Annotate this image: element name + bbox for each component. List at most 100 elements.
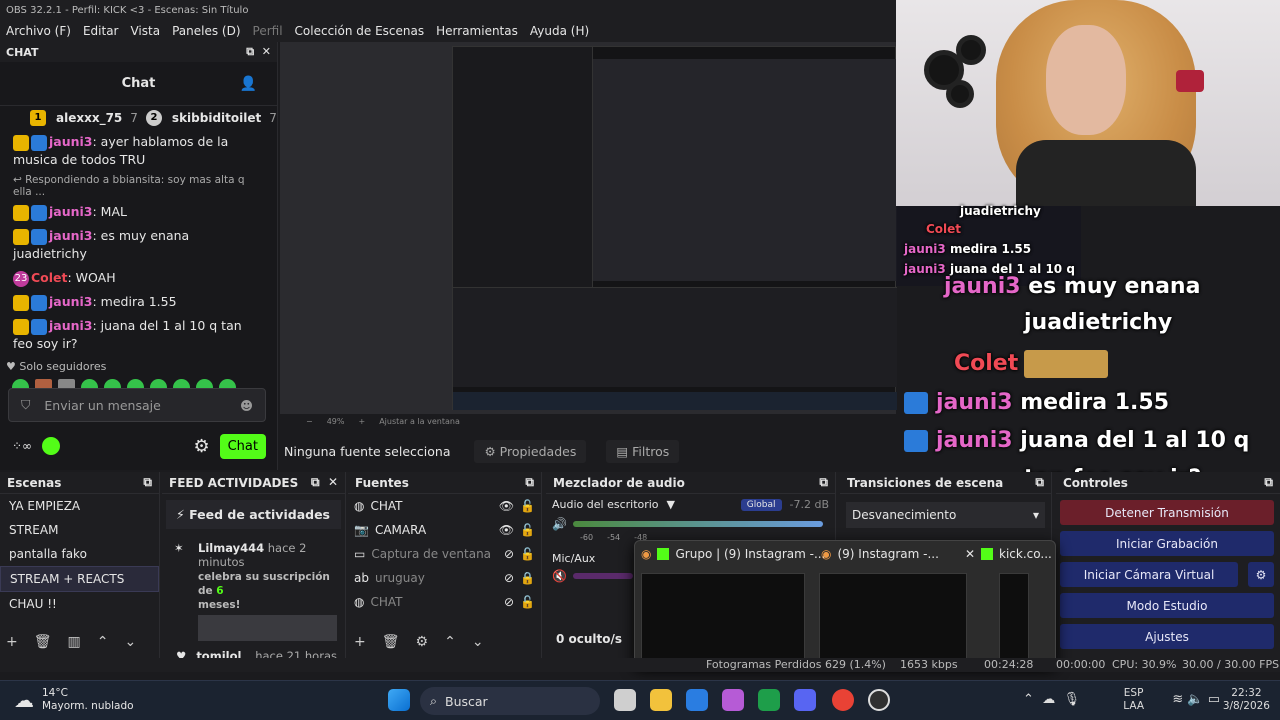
scene-item[interactable]: CHAU !!: [0, 592, 159, 616]
trash-icon[interactable]: 🗑: [382, 634, 400, 650]
eye-icon[interactable]: 👁: [499, 523, 514, 537]
add-icon[interactable]: +: [354, 634, 366, 650]
filter-icon[interactable]: ▥: [68, 634, 81, 650]
chat-input[interactable]: ⛉ Enviar un mensaje ☻: [8, 388, 266, 422]
menu-herramientas[interactable]: Herramientas: [430, 24, 524, 38]
copilot-icon[interactable]: [722, 689, 744, 711]
zoom-level[interactable]: 49%: [327, 417, 345, 426]
chrome-icon[interactable]: [832, 689, 854, 711]
eye-icon[interactable]: 👁: [499, 499, 514, 513]
obs-icon[interactable]: [868, 689, 890, 711]
menu-archivo[interactable]: Archivo (F): [0, 24, 77, 38]
clock[interactable]: 22:32 3/8/2026: [1223, 687, 1270, 713]
settings-button[interactable]: Ajustes: [1060, 624, 1274, 649]
fit-to-window[interactable]: Ajustar a la ventana: [379, 417, 460, 426]
filters-button[interactable]: ▤ Filtros: [606, 439, 680, 463]
scene-item-selected[interactable]: STREAM + REACTS: [0, 566, 159, 592]
cloud-sync-icon[interactable]: ☁: [1042, 692, 1055, 707]
float-icon[interactable]: ⧉: [246, 45, 254, 58]
menu-paneles[interactable]: Paneles (D): [166, 24, 246, 38]
lock-icon[interactable]: 🔓: [520, 595, 535, 609]
add-icon[interactable]: +: [6, 634, 18, 650]
eye-off-icon[interactable]: ⊘: [504, 595, 514, 609]
properties-button[interactable]: ⚙ Propiedades: [474, 439, 587, 463]
lock-icon[interactable]: 🔒: [520, 571, 535, 585]
source-item[interactable]: ab uruguay ⊘ 🔒: [348, 566, 541, 590]
virtual-camera-button[interactable]: Iniciar Cámara Virtual: [1060, 562, 1238, 587]
window-thumbnail[interactable]: [999, 573, 1029, 663]
preview-tab[interactable]: ◉ (9) Instagram -... ✕: [821, 547, 975, 561]
volume-slider[interactable]: [572, 521, 823, 527]
discord-icon[interactable]: [794, 689, 816, 711]
chat-username[interactable]: Colet: [31, 270, 68, 285]
gifter-name[interactable]: alexxx_75: [56, 111, 122, 125]
volume-slider[interactable]: [572, 573, 633, 579]
window-thumbnail[interactable]: [819, 573, 967, 663]
scene-item[interactable]: pantalla fako: [0, 542, 159, 566]
window-thumbnail[interactable]: [641, 573, 805, 663]
close-icon[interactable]: ✕: [262, 45, 271, 58]
program-preview[interactable]: [280, 42, 897, 414]
scene-item[interactable]: YA EMPIEZA: [0, 494, 159, 518]
user-settings-icon[interactable]: 👤: [240, 76, 257, 92]
lock-icon[interactable]: 🔓: [520, 499, 535, 513]
zoom-in-button[interactable]: +: [358, 417, 365, 426]
lock-icon[interactable]: 🔓: [520, 523, 535, 537]
emoji-icon[interactable]: ☻: [240, 398, 253, 413]
float-icon[interactable]: ⧉: [311, 475, 320, 489]
start-recording-button[interactable]: Iniciar Grabación: [1060, 531, 1274, 556]
language-indicator[interactable]: ESP LAA: [1123, 687, 1144, 713]
gifter-name[interactable]: skibbiditoilet: [172, 111, 261, 125]
float-icon[interactable]: ⧉: [1035, 475, 1044, 490]
menu-vista[interactable]: Vista: [124, 24, 166, 38]
task-view-icon[interactable]: [614, 689, 636, 711]
trash-icon[interactable]: 🗑: [34, 634, 52, 650]
preview-tab[interactable]: ◉ Grupo | (9) Instagram -...: [641, 547, 825, 561]
chevron-down-icon[interactable]: ⌄: [124, 634, 136, 650]
float-icon[interactable]: ⧉: [525, 475, 534, 490]
feed-user[interactable]: Lilmay444: [198, 541, 264, 555]
speaker-muted-icon[interactable]: 🔇: [552, 569, 567, 583]
chevron-down-icon[interactable]: ▼: [667, 498, 675, 511]
chat-username[interactable]: jauni3: [49, 204, 93, 219]
float-icon[interactable]: ⧉: [819, 475, 828, 490]
source-item[interactable]: 📷 CAMARA 👁 🔓: [348, 518, 541, 542]
gear-icon[interactable]: ⚙: [416, 634, 429, 650]
eye-off-icon[interactable]: ⊘: [504, 571, 514, 585]
source-item[interactable]: ◍ CHAT 👁 🔓: [348, 494, 541, 518]
chat-username[interactable]: jauni3: [49, 134, 93, 149]
word-icon[interactable]: [686, 689, 708, 711]
stop-stream-button[interactable]: Detener Transmisión: [1060, 500, 1274, 525]
chat-username[interactable]: jauni3: [49, 318, 93, 333]
float-icon[interactable]: ⧉: [143, 475, 152, 490]
zoom-out-button[interactable]: −: [306, 417, 313, 426]
taskbar-search[interactable]: ⌕ Buscar: [420, 687, 600, 715]
microphone-icon[interactable]: 🎙: [1063, 692, 1080, 707]
source-item[interactable]: ◍ CHAT ⊘ 🔓: [348, 590, 541, 614]
speaker-icon[interactable]: 🔊: [552, 517, 567, 531]
infinity-icon[interactable]: ⁘∞: [12, 439, 32, 453]
float-icon[interactable]: ⧉: [1264, 475, 1273, 490]
menu-ayuda[interactable]: Ayuda (H): [524, 24, 595, 38]
shield-icon[interactable]: ⛉: [21, 397, 30, 413]
system-tray[interactable]: ≋ 🔈 ▭: [1172, 693, 1220, 706]
menu-perfil[interactable]: Perfil: [247, 24, 289, 38]
menu-coleccion-escenas[interactable]: Colección de Escenas: [289, 24, 431, 38]
global-badge[interactable]: Global: [740, 498, 782, 511]
studio-mode-button[interactable]: Modo Estudio: [1060, 593, 1274, 618]
excel-icon[interactable]: [758, 689, 780, 711]
chat-username[interactable]: jauni3: [49, 294, 93, 309]
menu-editar[interactable]: Editar: [77, 24, 125, 38]
close-icon[interactable]: ✕: [965, 547, 975, 561]
chevron-up-icon[interactable]: ⌃: [97, 634, 109, 650]
eye-off-icon[interactable]: ⊘: [504, 547, 514, 561]
gear-icon[interactable]: ⚙: [1248, 562, 1274, 587]
gear-icon[interactable]: ⚙: [193, 436, 209, 457]
chevron-up-icon[interactable]: ⌃: [444, 634, 456, 650]
preview-tab[interactable]: kick.co...: [981, 547, 1052, 561]
weather-widget[interactable]: ☁ 14°C Mayorm. nublado: [14, 687, 134, 713]
scene-item[interactable]: STREAM: [0, 518, 159, 542]
close-icon[interactable]: ✕: [328, 475, 338, 489]
chat-send-button[interactable]: Chat: [219, 433, 266, 459]
lock-icon[interactable]: 🔓: [520, 547, 535, 561]
